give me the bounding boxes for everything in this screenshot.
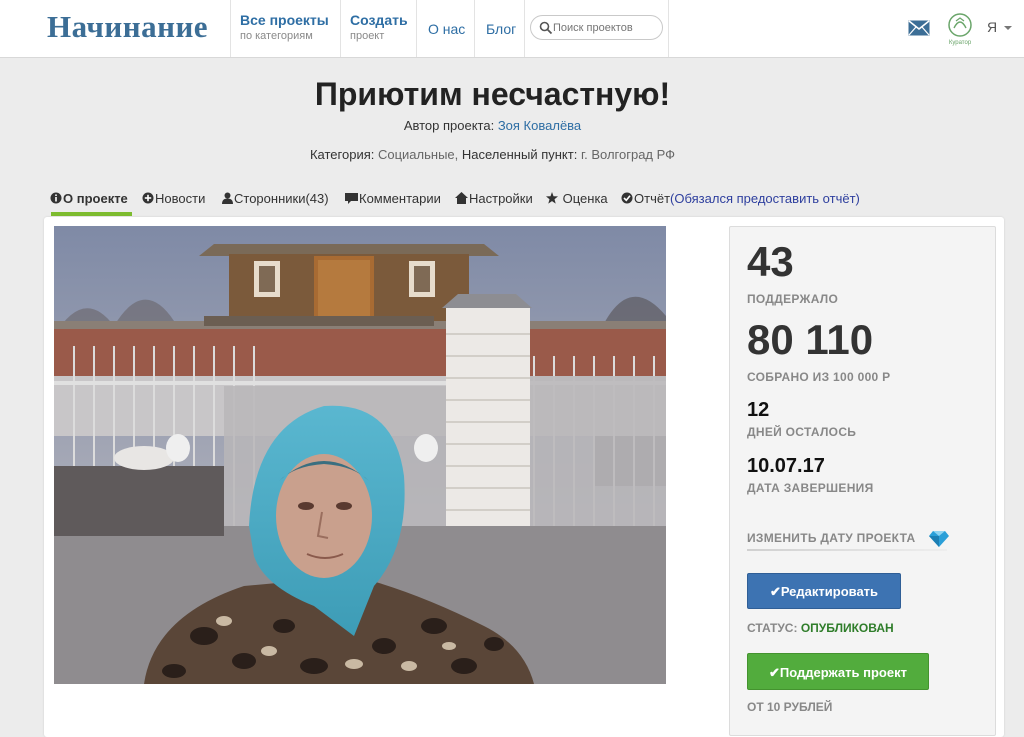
nav-divider	[230, 0, 231, 57]
days-left-label: ДНЕЙ ОСТАЛОСЬ	[747, 425, 857, 439]
tab-settings-label: Настройки	[469, 191, 533, 206]
project-meta: Категория: Социальные, Населенный пункт:…	[0, 147, 985, 162]
author-label: Автор проекта:	[403, 118, 495, 133]
tab-rating[interactable]: Оценка	[546, 191, 608, 206]
plus-circle-icon	[142, 192, 154, 204]
change-date-divider	[747, 549, 947, 551]
category-label: Категория:	[309, 147, 375, 162]
location-label: Населенный пункт:	[461, 147, 578, 162]
nav-divider	[668, 0, 669, 57]
nav-blog-label[interactable]: Блог	[486, 21, 516, 37]
home-icon	[455, 192, 468, 204]
project-tabs: О проекте Новости Сторонники(43) Коммент…	[50, 191, 950, 217]
page-title: Приютим несчастную!	[314, 76, 671, 112]
search-icon	[539, 21, 553, 35]
tab-about-label: О проекте	[63, 191, 128, 206]
change-date-link[interactable]: ИЗМЕНИТЬ ДАТУ ПРОЕКТА	[747, 531, 915, 545]
nav-all-projects[interactable]: Все проекты по категориям	[240, 12, 329, 42]
tab-settings[interactable]: Настройки	[455, 191, 533, 206]
nav-about-label[interactable]: О нас	[428, 21, 465, 37]
status-badge: ОПУБЛИКОВАН	[800, 621, 894, 635]
tab-comments[interactable]: Комментарии	[345, 191, 441, 206]
collected-label: СОБРАНО ИЗ 100 000 Р	[747, 370, 891, 384]
status-label: СТАТУС:	[747, 621, 798, 635]
tab-about[interactable]: О проекте	[50, 191, 128, 206]
nav-create-sub[interactable]: проект	[350, 30, 408, 42]
diamond-icon[interactable]	[929, 529, 949, 547]
tab-report[interactable]: Отчёт(Обязался предоставить отчёт)	[621, 191, 860, 206]
tab-supporters[interactable]: Сторонники(43)	[222, 191, 329, 206]
report-commitment-link[interactable]: (Обязался предоставить отчёт)	[670, 191, 860, 206]
star-icon	[546, 192, 558, 204]
nav-create-label[interactable]: Создать	[350, 12, 408, 28]
collected-amount: 80 110	[747, 316, 874, 363]
active-tab-indicator	[51, 212, 132, 216]
top-navbar: Начинание Все проекты по категориям Созд…	[0, 0, 1024, 58]
category-value: Социальные,	[377, 147, 459, 162]
edit-button[interactable]: ✔Редактировать	[747, 573, 901, 609]
nav-divider	[340, 0, 341, 57]
tab-supporters-label: Сторонники(43)	[234, 191, 329, 206]
author-link[interactable]: Зоя Ковалёва	[498, 118, 581, 133]
end-date-label: ДАТА ЗАВЕРШЕНИЯ	[747, 481, 874, 495]
nav-divider	[524, 0, 525, 57]
nav-create-project[interactable]: Создать проект	[350, 12, 408, 42]
search-box[interactable]	[530, 15, 663, 40]
kurator-logo[interactable]: Куратор	[946, 12, 974, 46]
project-photo-image	[54, 226, 666, 684]
days-left-count: 12	[747, 399, 770, 421]
min-amount-label: ОТ 10 РУБЛЕЙ	[747, 700, 833, 714]
support-project-button[interactable]: ✔Поддержать проект	[747, 653, 929, 690]
user-menu[interactable]: Я	[987, 19, 997, 35]
nav-divider	[474, 0, 475, 57]
location-value: г. Волгоград РФ	[580, 147, 676, 162]
supporters-count: 43	[747, 238, 794, 285]
comment-icon	[345, 193, 358, 204]
nav-blog[interactable]: Блог	[486, 21, 516, 37]
search-input[interactable]	[553, 19, 658, 36]
kurator-label: Куратор	[949, 40, 972, 46]
site-logo[interactable]: Начинание	[47, 9, 208, 45]
tab-news[interactable]: Новости	[142, 191, 205, 206]
project-author: Автор проекта: Зоя Ковалёва	[0, 118, 985, 133]
tab-comments-label: Комментарии	[359, 191, 441, 206]
project-status: СТАТУС: ОПУБЛИКОВАН	[747, 621, 894, 635]
nav-all-projects-label[interactable]: Все проекты	[240, 12, 329, 28]
nav-all-projects-sub[interactable]: по категориям	[240, 30, 329, 42]
project-photo	[54, 226, 666, 684]
nav-divider	[416, 0, 417, 57]
kurator-emblem-icon: Куратор	[948, 13, 972, 46]
tab-report-label: Отчёт	[634, 191, 671, 206]
info-icon	[50, 192, 62, 204]
chevron-down-icon[interactable]	[1004, 26, 1012, 30]
check-circle-icon	[621, 192, 633, 204]
tab-news-label: Новости	[155, 191, 206, 206]
supporters-label: ПОДДЕРЖАЛО	[747, 292, 839, 306]
end-date: 10.07.17	[747, 455, 825, 477]
user-icon	[222, 192, 233, 204]
nav-about[interactable]: О нас	[428, 21, 465, 37]
mail-icon[interactable]	[908, 20, 930, 36]
tab-rating-label: Оценка	[562, 191, 608, 206]
